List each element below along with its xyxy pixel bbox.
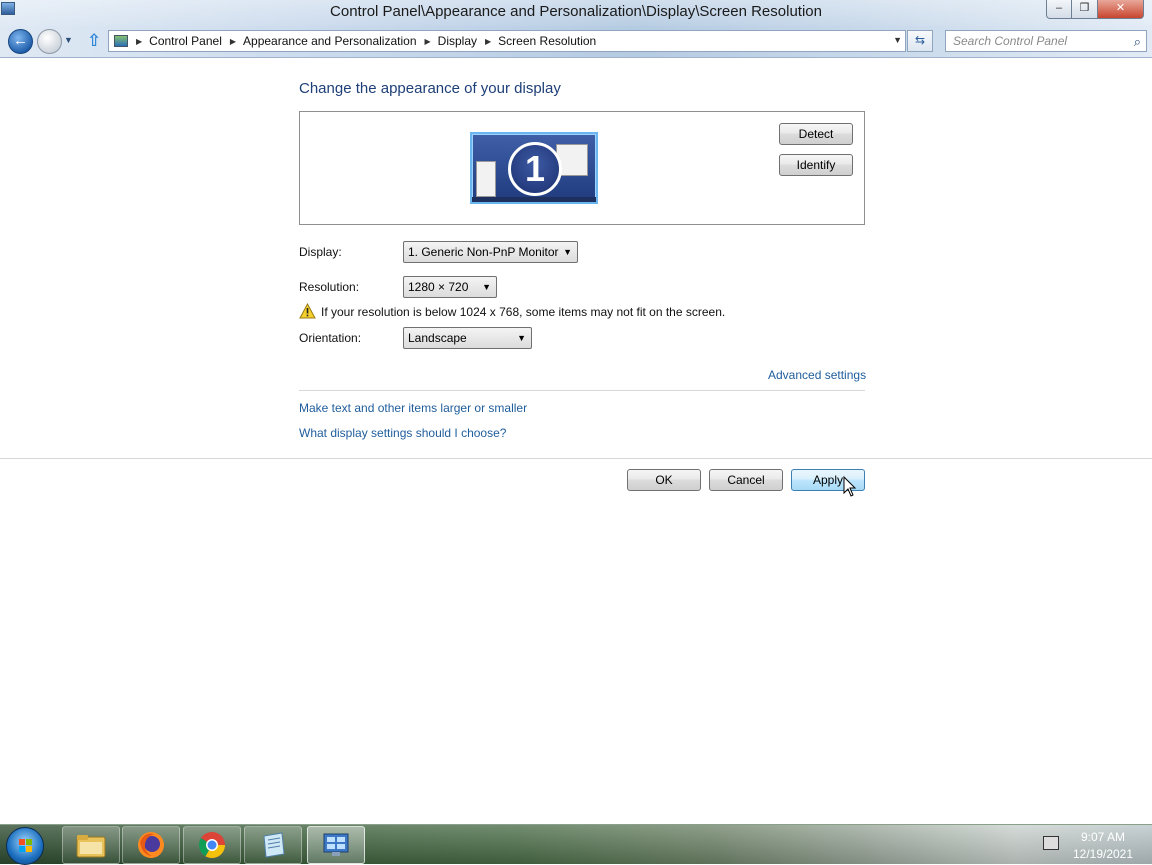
display-select[interactable]: 1. Generic Non-PnP Monitor ▼: [403, 241, 578, 263]
taskbar-chrome[interactable]: [183, 826, 241, 864]
chevron-down-icon: ▼: [517, 333, 526, 343]
taskbar-firefox[interactable]: [122, 826, 180, 864]
taskbar: [0, 824, 1152, 865]
resolution-select-value: 1280 × 720: [408, 280, 469, 294]
chevron-right-icon[interactable]: ▶: [136, 37, 142, 46]
firefox-icon: [138, 832, 164, 858]
chevron-down-icon: ▼: [563, 247, 572, 257]
mouse-cursor-icon: [843, 476, 857, 497]
window-controls: – ❐ ✕: [1046, 0, 1144, 19]
taskbar-notepad[interactable]: [244, 826, 302, 864]
resolution-label: Resolution:: [299, 280, 360, 294]
warning-icon: [299, 303, 316, 319]
section-divider: [299, 390, 865, 391]
close-button[interactable]: ✕: [1098, 0, 1144, 19]
chevron-right-icon[interactable]: ▶: [485, 37, 491, 46]
text-size-link[interactable]: Make text and other items larger or smal…: [299, 401, 527, 415]
minimize-button[interactable]: –: [1046, 0, 1072, 19]
control-panel-icon: [114, 35, 128, 47]
monitor-preview-taskbar: [472, 197, 596, 202]
recent-pages-dropdown[interactable]: ▼: [64, 35, 73, 45]
monitor-preview-window: [476, 161, 496, 197]
back-arrow-icon: ←: [13, 32, 28, 49]
taskbar-file-explorer[interactable]: [62, 826, 120, 864]
display-help-link[interactable]: What display settings should I choose?: [299, 426, 506, 440]
footer-divider: [0, 458, 1152, 459]
orientation-select[interactable]: Landscape ▼: [403, 327, 532, 349]
notepad-icon: [263, 832, 285, 858]
control-panel-icon: [323, 833, 349, 856]
start-button[interactable]: [6, 827, 44, 865]
window-title: Control Panel\Appearance and Personaliza…: [330, 3, 822, 20]
breadcrumb-appearance[interactable]: Appearance and Personalization: [243, 34, 416, 48]
network-icon[interactable]: [1043, 836, 1059, 850]
ok-button[interactable]: OK: [627, 469, 701, 491]
cancel-button[interactable]: Cancel: [709, 469, 783, 491]
orientation-label: Orientation:: [299, 331, 362, 345]
clock-date[interactable]: 12/19/2021: [1063, 847, 1143, 861]
up-arrow-icon[interactable]: ⇧: [87, 31, 101, 51]
back-button[interactable]: ←: [8, 29, 33, 54]
chevron-right-icon[interactable]: ▶: [230, 37, 236, 46]
search-icon[interactable]: ⌕: [1134, 32, 1141, 52]
search-input[interactable]: Search Control Panel ⌕: [945, 30, 1147, 52]
resolution-warning-text: If your resolution is below 1024 x 768, …: [321, 305, 726, 319]
breadcrumb-display[interactable]: Display: [438, 34, 477, 48]
breadcrumb-control-panel[interactable]: Control Panel: [149, 34, 222, 48]
advanced-settings-link[interactable]: Advanced settings: [768, 368, 866, 382]
detect-button[interactable]: Detect: [779, 123, 853, 145]
chevron-down-icon: ▼: [482, 282, 491, 292]
breadcrumb-screen-resolution[interactable]: Screen Resolution: [498, 34, 596, 48]
maximize-button[interactable]: ❐: [1072, 0, 1098, 19]
address-bar[interactable]: ▶ Control Panel ▶ Appearance and Persona…: [108, 30, 906, 52]
chevron-right-icon[interactable]: ▶: [425, 37, 431, 46]
identify-button[interactable]: Identify: [779, 154, 853, 176]
display-select-value: 1. Generic Non-PnP Monitor: [408, 245, 559, 259]
monitor-number: 1: [508, 142, 562, 196]
search-placeholder: Search Control Panel: [953, 34, 1068, 48]
orientation-select-value: Landscape: [408, 331, 467, 345]
clock-time[interactable]: 9:07 AM: [1063, 830, 1143, 844]
display-label: Display:: [299, 245, 342, 259]
page-title: Change the appearance of your display: [299, 80, 561, 97]
taskbar-control-panel[interactable]: [307, 826, 365, 864]
refresh-button[interactable]: ⇆: [907, 30, 933, 52]
resolution-select[interactable]: 1280 × 720 ▼: [403, 276, 497, 298]
folder-icon: [76, 835, 106, 858]
forward-button[interactable]: [37, 29, 62, 54]
address-dropdown-icon[interactable]: ▼: [893, 35, 902, 45]
windows-logo-icon: [19, 839, 32, 852]
monitor-1-thumbnail[interactable]: 1: [470, 132, 598, 204]
chrome-icon: [198, 832, 226, 859]
